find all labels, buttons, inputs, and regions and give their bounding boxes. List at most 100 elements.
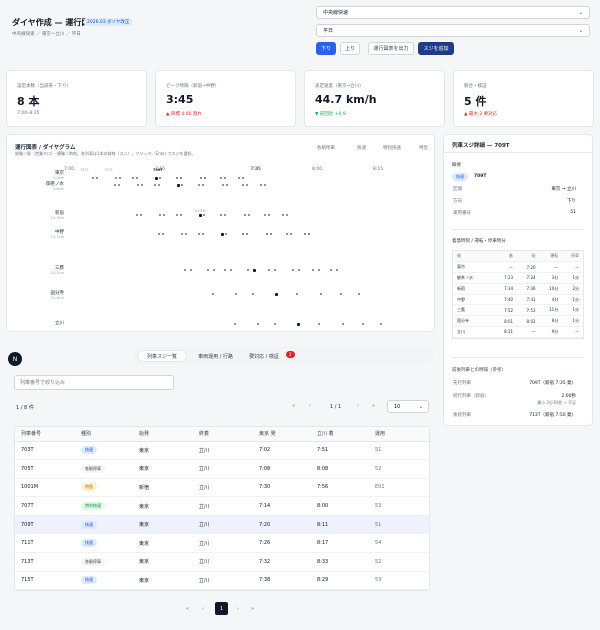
train-label-selected[interactable]: 709T — [153, 168, 163, 172]
page-size-select[interactable]: 10 ⌄ — [387, 400, 429, 413]
stop-mark — [264, 184, 266, 186]
stop-mark — [340, 293, 342, 295]
kpi-card-headway: ピーク時隔（新宿→中野） 3:45 ▲ 目標 4:00 割れ — [155, 70, 296, 127]
col-header[interactable]: 終着 — [193, 427, 253, 442]
legend-special[interactable]: 特別快速 — [383, 145, 401, 151]
stop-mark — [180, 177, 182, 179]
station-label: 三鷹 24.1km — [4, 265, 64, 275]
last-page-icon[interactable]: » — [372, 403, 375, 409]
pager-next-icon[interactable]: › — [237, 606, 239, 612]
stop-mark — [286, 233, 288, 235]
table-row[interactable]: 707T 特別快速 東京 立川 7:14 8:00 53 — [15, 496, 429, 516]
to-cell: 立川 — [193, 496, 253, 516]
divider — [452, 229, 584, 230]
pager-last-icon[interactable]: » — [251, 606, 254, 612]
type-badge: 各駅停車 — [81, 557, 105, 566]
stop-row: 東京 —7:20— — — [453, 261, 583, 274]
export-diagram-button[interactable]: 運行図表を出力 — [368, 42, 414, 55]
train-table: 列車番号 種別 始発 終着 東京 発 立川 着 運用 703T 快速 東京 立川 7:0… — [14, 426, 430, 592]
table-row[interactable]: 1001M 特急 新宿 立川 7:30 7:56 E01 — [15, 478, 429, 498]
table-row[interactable]: 703T 快速 東京 立川 7:02 7:51 51 — [15, 441, 429, 461]
station-km: 31.4km — [50, 296, 64, 300]
station-km: 24.1km — [50, 271, 64, 275]
stop-mark — [158, 184, 160, 186]
stop-row: 国分寺 8:01 8:02 8分 1分 — [453, 315, 583, 328]
dep-cell: 7:14 — [253, 496, 311, 516]
stop-mark — [304, 233, 306, 235]
line-select-value: 中央線快速 — [323, 10, 349, 16]
legend-rapid[interactable]: 快速 — [357, 145, 366, 151]
divider — [452, 357, 584, 358]
type-badge: 特急 — [81, 483, 97, 492]
train-search-input[interactable] — [14, 375, 174, 390]
op-cell: 51 — [369, 515, 429, 535]
stop-mark — [221, 233, 224, 236]
legend-ltd[interactable]: 特急 — [419, 145, 428, 151]
col-header[interactable]: 列車番号 — [15, 427, 75, 442]
tab-check[interactable]: 要対応 / 検証 — [244, 350, 284, 362]
time-label: 8:00 — [312, 167, 323, 172]
first-page-icon[interactable]: « — [292, 403, 295, 409]
stop-mark — [242, 177, 244, 179]
stop-mark — [140, 214, 142, 216]
col-header[interactable]: 始発 — [133, 427, 193, 442]
table-row[interactable]: 715T 快速 東京 立川 7:38 8:29 53 — [15, 571, 429, 591]
stop-mark — [268, 269, 270, 271]
pager-first-icon[interactable]: « — [186, 606, 189, 612]
stop-mark — [222, 184, 224, 186]
page-size-value: 10 — [394, 403, 401, 410]
line-select[interactable]: 中央線快速 ⌄ — [316, 6, 590, 19]
type-cell: 各駅停車 — [75, 552, 133, 572]
kpi-value: 5 件 — [464, 95, 487, 108]
col-header[interactable]: 東京 発 — [253, 427, 311, 442]
col-header[interactable]: 運用 — [369, 427, 429, 442]
legend-local[interactable]: 各駅停車 — [317, 145, 335, 151]
station-km: 10.3km — [50, 216, 64, 220]
stop-mark — [155, 177, 158, 180]
train-no-cell: 1001M — [15, 478, 75, 498]
table-row[interactable]: 713T 各駅停車 東京 立川 7:32 8:33 52 — [15, 552, 429, 572]
direction-down-button[interactable]: 下り — [316, 42, 336, 55]
pager-current-page[interactable]: 1 — [215, 602, 228, 615]
pager-prev-icon[interactable]: ‹ — [202, 606, 204, 612]
from-cell: 東京 — [133, 441, 193, 461]
direction-up-button[interactable]: 上り — [340, 42, 360, 55]
tab-vehicle[interactable]: 車両運用 / 行路 — [188, 350, 243, 362]
col-header[interactable]: 立川 着 — [311, 427, 369, 442]
dep-cell: 7:08 — [253, 459, 311, 479]
to-cell: 立川 — [193, 571, 253, 591]
col-header[interactable]: 種別 — [75, 427, 133, 442]
op-cell: 51 — [369, 441, 429, 461]
next-page-icon[interactable]: › — [357, 403, 359, 409]
stop-mark — [114, 184, 116, 186]
kpi-sub: 7:00–8:35 — [17, 111, 40, 116]
time-label: 8:15 — [373, 167, 384, 172]
table-row[interactable]: 711T 快速 東京 立川 7:26 8:17 54 — [15, 533, 429, 554]
dep-cell: 7:30 — [253, 478, 311, 498]
arr-cell: 8:17 — [311, 533, 369, 554]
arr-cell: 8:33 — [311, 552, 369, 572]
stop-mark — [137, 184, 139, 186]
result-range: 1 / 8 件 — [16, 405, 34, 411]
to-cell: 立川 — [193, 459, 253, 479]
stop-mark — [292, 269, 294, 271]
prev-page-icon[interactable]: ‹ — [309, 403, 311, 409]
time-label: 7:45 — [251, 167, 262, 172]
op-cell: 54 — [369, 533, 429, 554]
arr-cell: 7:51 — [311, 441, 369, 461]
station-label: 中野 14.7km — [4, 229, 64, 239]
table-row[interactable]: 709T 快速 東京 立川 7:20 8:11 51 — [15, 515, 429, 535]
table-row[interactable]: 705T 各駅停車 東京 立川 7:08 8:08 52 — [15, 459, 429, 479]
stop-mark — [202, 233, 204, 235]
kpi-label: 設定本数（当該帯・下り） — [17, 84, 71, 89]
day-select-value: 平日 — [323, 28, 334, 34]
tab-train-list[interactable]: 列車スジ一覧 — [137, 350, 187, 362]
stop-mark — [136, 177, 138, 179]
day-select[interactable]: 平日 ⌄ — [316, 24, 590, 37]
avatar[interactable]: N — [8, 352, 22, 366]
stop-mark — [224, 269, 226, 271]
stop-row: 中野 7:40 7:41 4分 1分 — [453, 294, 583, 306]
stop-mark — [246, 233, 248, 235]
add-path-button[interactable]: スジを追加 — [418, 42, 454, 55]
stop-mark — [244, 214, 246, 216]
